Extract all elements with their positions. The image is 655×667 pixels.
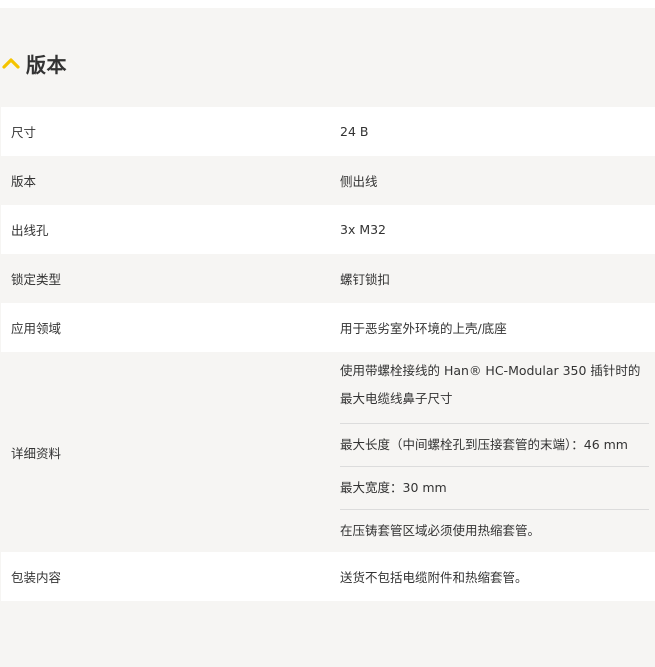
table-row: 锁定类型 螺钉锁扣: [1, 254, 655, 303]
table-row: 尺寸 24 B: [1, 107, 655, 156]
chevron-up-icon[interactable]: [1, 53, 21, 73]
details-label: 详细资料: [1, 352, 330, 552]
row-label: 出线孔: [1, 205, 330, 254]
details-value: 使用带螺栓接线的 Han® HC-Modular 350 插针时的最大电缆线鼻子…: [330, 352, 655, 552]
package-label: 包装内容: [1, 552, 330, 601]
row-value: 24 B: [330, 107, 655, 156]
table-row: 包装内容 送货不包括电缆附件和热缩套管。: [1, 552, 655, 601]
row-label: 版本: [1, 156, 330, 205]
top-band: [0, 0, 655, 8]
row-value: 3x M32: [330, 205, 655, 254]
row-label: 应用领域: [1, 303, 330, 352]
spec-table: 尺寸 24 B 版本 侧出线 出线孔 3x M32 锁定类型 螺钉锁扣 应用领域…: [1, 107, 655, 601]
section-header[interactable]: 版本: [0, 44, 67, 82]
details-list: 使用带螺栓接线的 Han® HC-Modular 350 插针时的最大电缆线鼻子…: [340, 352, 649, 552]
details-item: 最大宽度：30 mm: [340, 467, 649, 510]
table-row-details: 详细资料 使用带螺栓接线的 Han® HC-Modular 350 插针时的最大…: [1, 352, 655, 552]
details-item: 最大长度（中间螺栓孔到压接套管的末端）：46 mm: [340, 424, 649, 467]
details-item: 使用带螺栓接线的 Han® HC-Modular 350 插针时的最大电缆线鼻子…: [340, 352, 649, 424]
row-label: 尺寸: [1, 107, 330, 156]
package-value: 送货不包括电缆附件和热缩套管。: [330, 552, 655, 601]
row-value: 侧出线: [330, 156, 655, 205]
table-row: 应用领域 用于恶劣室外环境的上壳/底座: [1, 303, 655, 352]
table-row: 出线孔 3x M32: [1, 205, 655, 254]
row-label: 锁定类型: [1, 254, 330, 303]
table-row: 版本 侧出线: [1, 156, 655, 205]
row-value: 用于恶劣室外环境的上壳/底座: [330, 303, 655, 352]
row-value: 螺钉锁扣: [330, 254, 655, 303]
section-title: 版本: [26, 52, 67, 77]
details-item: 在压铸套管区域必须使用热缩套管。: [340, 523, 541, 538]
